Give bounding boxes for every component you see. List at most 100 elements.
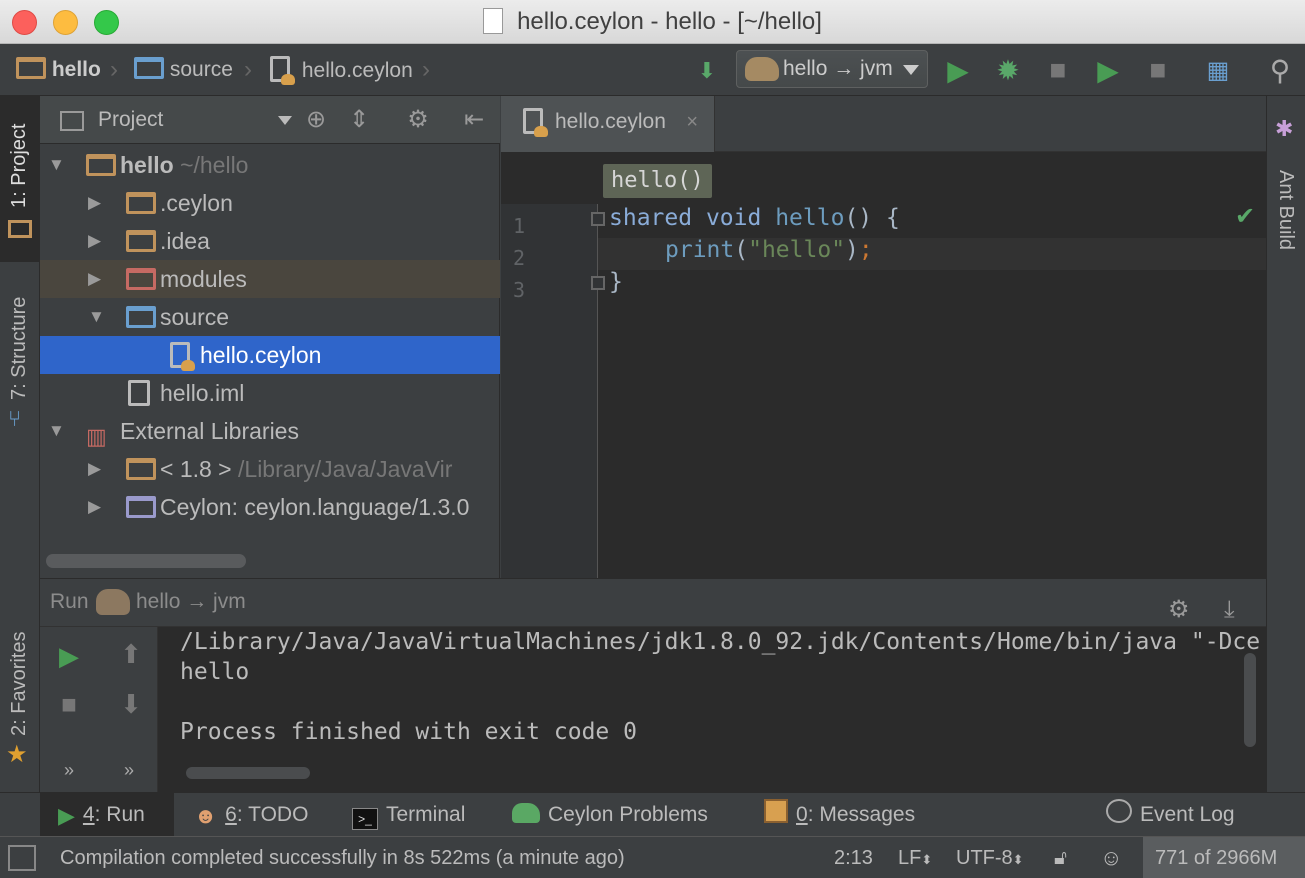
panel-settings-button[interactable]: ⚙	[402, 104, 434, 136]
tree-item-external-libraries[interactable]: ▼ ▥ External Libraries	[40, 412, 500, 450]
encoding-selector[interactable]: UTF-8⬍	[956, 837, 1024, 878]
tree-item-hello-iml-file[interactable]: hello.iml	[40, 374, 500, 412]
collapsed-arrow-icon: ▶	[88, 497, 102, 516]
tree-horizontal-scrollbar[interactable]	[46, 554, 246, 568]
stop-all-button[interactable]: ■	[1140, 52, 1176, 88]
run-side-toolbar: ▶ ⬆ ■ ⬇ » »	[40, 627, 158, 793]
line-separator-label: LF	[898, 847, 922, 869]
run-coverage-button[interactable]: ▶	[1090, 52, 1126, 88]
console-line: /Library/Java/JavaVirtualMachines/jdk1.8…	[180, 629, 1261, 655]
tab-favorites[interactable]: 2: Favorites ★	[0, 616, 40, 776]
collapse-icon: ⇕	[348, 106, 370, 133]
structure-breadcrumb-popup[interactable]: hello()	[603, 164, 712, 198]
status-bar: Compilation completed successfully in 8s…	[0, 836, 1305, 878]
tree-item-modules-folder[interactable]: ▶ modules	[40, 260, 500, 298]
iml-file-icon	[128, 380, 150, 406]
breadcrumb-file-label: hello.ceylon	[301, 59, 413, 82]
scroll-down-button[interactable]: ⬇	[116, 689, 146, 719]
hide-panel-button[interactable]: ⇤	[458, 104, 490, 136]
more-actions-icon[interactable]: »	[54, 755, 84, 785]
expanded-arrow-icon: ▼	[48, 155, 65, 174]
tab-project[interactable]: 1: Project	[0, 96, 40, 262]
fold-toggle-icon[interactable]	[591, 276, 605, 290]
code-editor: hello.ceylon × hello() 1 2 3 shared void…	[501, 96, 1266, 578]
line-number: 3	[513, 278, 526, 302]
tab-terminal[interactable]: >_ Terminal	[352, 793, 465, 837]
tree-item-idea-folder[interactable]: ▶ .idea	[40, 222, 500, 260]
module-folder-icon	[86, 154, 116, 176]
run-button[interactable]: ▶	[940, 52, 976, 88]
gear-icon: ⚙	[407, 106, 429, 133]
up-down-chevron-icon: ⬍	[921, 852, 933, 867]
tab-ant-build[interactable]: ✱ Ant Build	[1267, 112, 1305, 252]
run-tool-window: Run hello → jvm ⚙ ⤓ ▶ ⬆ ■ ⬇ » » /Library…	[40, 578, 1266, 793]
console-vertical-scrollbar[interactable]	[1244, 653, 1256, 747]
run-configuration-selector[interactable]: hello → jvm	[736, 50, 928, 88]
tab-hello-ceylon[interactable]: hello.ceylon ×	[501, 96, 715, 152]
project-view-selector[interactable]: Project	[48, 102, 292, 138]
tree-item-ceylon-folder[interactable]: ▶ .ceylon	[40, 184, 500, 222]
line-number: 1	[513, 214, 526, 238]
console-horizontal-scrollbar[interactable]	[186, 767, 310, 779]
module-folder-icon	[16, 57, 46, 79]
code-line-2[interactable]: print("hello");	[665, 234, 873, 266]
tree-item-hello-ceylon-file[interactable]: hello.ceylon	[40, 336, 500, 374]
breadcrumb-source[interactable]: source	[134, 56, 233, 84]
tab-ceylon-problems-label: Ceylon Problems	[548, 803, 708, 826]
tree-item-source-folder[interactable]: ▼ source	[40, 298, 500, 336]
toggle-tool-windows-button[interactable]	[8, 845, 36, 871]
close-icon[interactable]: ×	[686, 96, 698, 148]
locate-file-button[interactable]: ⊕	[300, 104, 332, 136]
expanded-arrow-icon: ▼	[88, 307, 105, 326]
build-project-button[interactable]: ⬇	[690, 52, 724, 88]
project-structure-button[interactable]: ▦	[1200, 52, 1236, 88]
memory-indicator[interactable]: 771 of 2966M	[1143, 837, 1305, 878]
tab-messages[interactable]: 0: Messages	[764, 793, 915, 837]
tab-todo[interactable]: ☻ 6: TODO	[194, 793, 308, 837]
breadcrumb-project[interactable]: hello	[16, 56, 101, 84]
rerun-button[interactable]: ▶	[54, 641, 84, 671]
breadcrumb-file[interactable]: hello.ceylon	[270, 56, 413, 85]
tab-ceylon-problems[interactable]: Ceylon Problems	[512, 793, 708, 837]
status-message[interactable]: Compilation completed successfully in 8s…	[60, 837, 625, 878]
no-problems-check-icon: ✔	[1235, 203, 1256, 230]
play-icon: ▶	[947, 54, 969, 86]
memory-label: 771 of 2966M	[1155, 847, 1278, 869]
libraries-icon: ▥	[86, 424, 107, 449]
tab-structure-label: 7: Structure	[8, 296, 30, 400]
todo-icon: ☻	[194, 803, 218, 828]
run-panel-title: Run	[50, 590, 89, 613]
fold-toggle-icon[interactable]	[591, 212, 605, 226]
tab-event-log-label: Event Log	[1140, 803, 1235, 826]
tab-terminal-label: Terminal	[386, 803, 466, 826]
tab-todo-label: : TODO	[236, 803, 309, 826]
debug-button[interactable]: ✹	[990, 52, 1026, 88]
lock-icon[interactable]: 🔓︎	[1054, 837, 1067, 878]
tree-item-ceylon-language[interactable]: ▶ Ceylon: ceylon.language/1.3.0	[40, 488, 500, 526]
speech-bubble-icon	[1106, 799, 1132, 823]
run-panel-config-name[interactable]: hello → jvm	[136, 579, 246, 625]
stop-button[interactable]: ■	[54, 689, 84, 719]
collapsed-arrow-icon: ▶	[88, 269, 102, 288]
caret-position[interactable]: 2:13	[834, 837, 873, 878]
code-line-3[interactable]: }	[609, 266, 623, 298]
code-line-1[interactable]: shared void hello() {	[609, 202, 900, 234]
source-folder-icon	[134, 57, 164, 79]
tab-run[interactable]: ▶ 4: Run	[40, 793, 174, 837]
tab-structure[interactable]: 7: Structure ⑂	[0, 276, 40, 436]
stop-button[interactable]: ■	[1040, 52, 1076, 88]
console-output[interactable]: /Library/Java/JavaVirtualMachines/jdk1.8…	[158, 627, 1266, 793]
tree-item-label: hello ~/hello	[120, 152, 249, 178]
search-everywhere-button[interactable]: ⚲	[1262, 52, 1298, 88]
inspector-icon[interactable]: ☺	[1100, 837, 1122, 878]
collapse-all-button[interactable]: ⇕	[343, 104, 375, 136]
ceylon-elephant-icon	[745, 57, 779, 81]
line-number: 2	[513, 246, 526, 270]
tree-item-hello-module[interactable]: ▼ hello ~/hello	[40, 146, 500, 184]
more-actions-icon[interactable]: »	[114, 755, 144, 785]
scroll-up-button[interactable]: ⬆	[116, 639, 146, 669]
tab-event-log[interactable]: Event Log	[1106, 793, 1235, 837]
tree-item-jdk[interactable]: ▶ < 1.8 > /Library/Java/JavaVir	[40, 450, 500, 488]
line-separator-selector[interactable]: LF⬍	[898, 837, 932, 878]
tab-hello-ceylon-label: hello.ceylon	[555, 110, 666, 133]
